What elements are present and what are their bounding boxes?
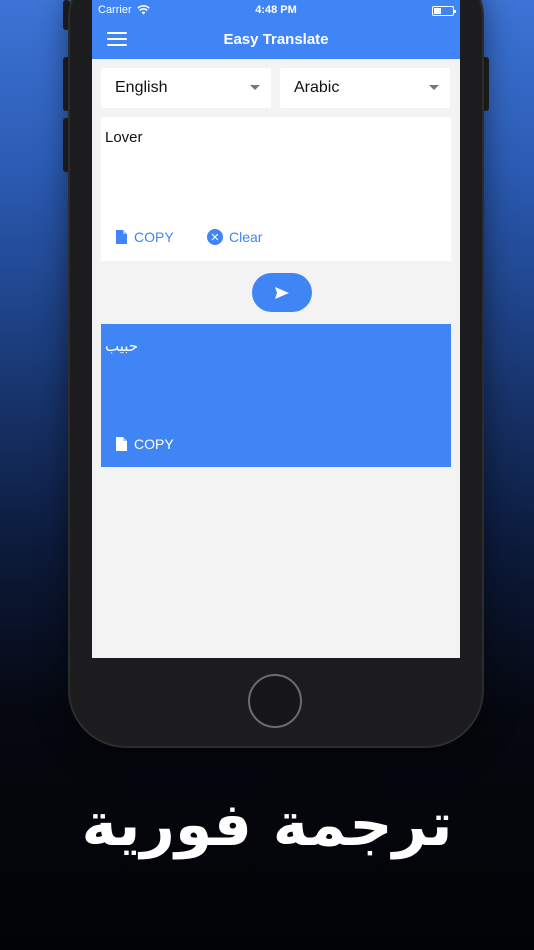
app-screen: Carrier 4:48 PM Easy Translate English A… <box>92 0 460 658</box>
output-text: حبيب <box>105 337 139 355</box>
input-text[interactable]: Lover <box>105 129 143 146</box>
copy-input-label: COPY <box>134 229 174 245</box>
source-language-label: English <box>115 79 168 96</box>
clear-label: Clear <box>229 229 263 245</box>
input-text-area[interactable]: Lover COPY ✕ Clear <box>101 117 451 261</box>
translate-send-button[interactable] <box>252 273 312 312</box>
app-title: Easy Translate <box>223 31 329 48</box>
source-language-select[interactable]: English <box>101 68 271 108</box>
send-icon <box>275 286 289 299</box>
caret-down-icon <box>429 85 439 90</box>
status-bar: Carrier 4:48 PM <box>92 3 460 19</box>
nav-bar: Carrier 4:48 PM Easy Translate <box>92 0 460 59</box>
copy-input-button[interactable]: COPY <box>116 229 174 245</box>
battery-icon <box>432 6 456 16</box>
output-panel: حبيب COPY <box>101 324 451 467</box>
home-button[interactable] <box>248 674 302 728</box>
document-icon <box>116 230 127 244</box>
close-circle-icon: ✕ <box>207 229 223 245</box>
copy-output-button[interactable]: COPY <box>116 436 174 452</box>
promo-caption: ترجمة فورية <box>81 790 453 860</box>
copy-output-label: COPY <box>134 436 174 452</box>
caret-down-icon <box>250 85 260 90</box>
status-time: 4:48 PM <box>255 4 297 16</box>
clear-button[interactable]: ✕ Clear <box>207 229 262 245</box>
target-language-label: Arabic <box>294 79 340 96</box>
target-language-select[interactable]: Arabic <box>280 68 450 108</box>
document-icon <box>116 437 127 451</box>
